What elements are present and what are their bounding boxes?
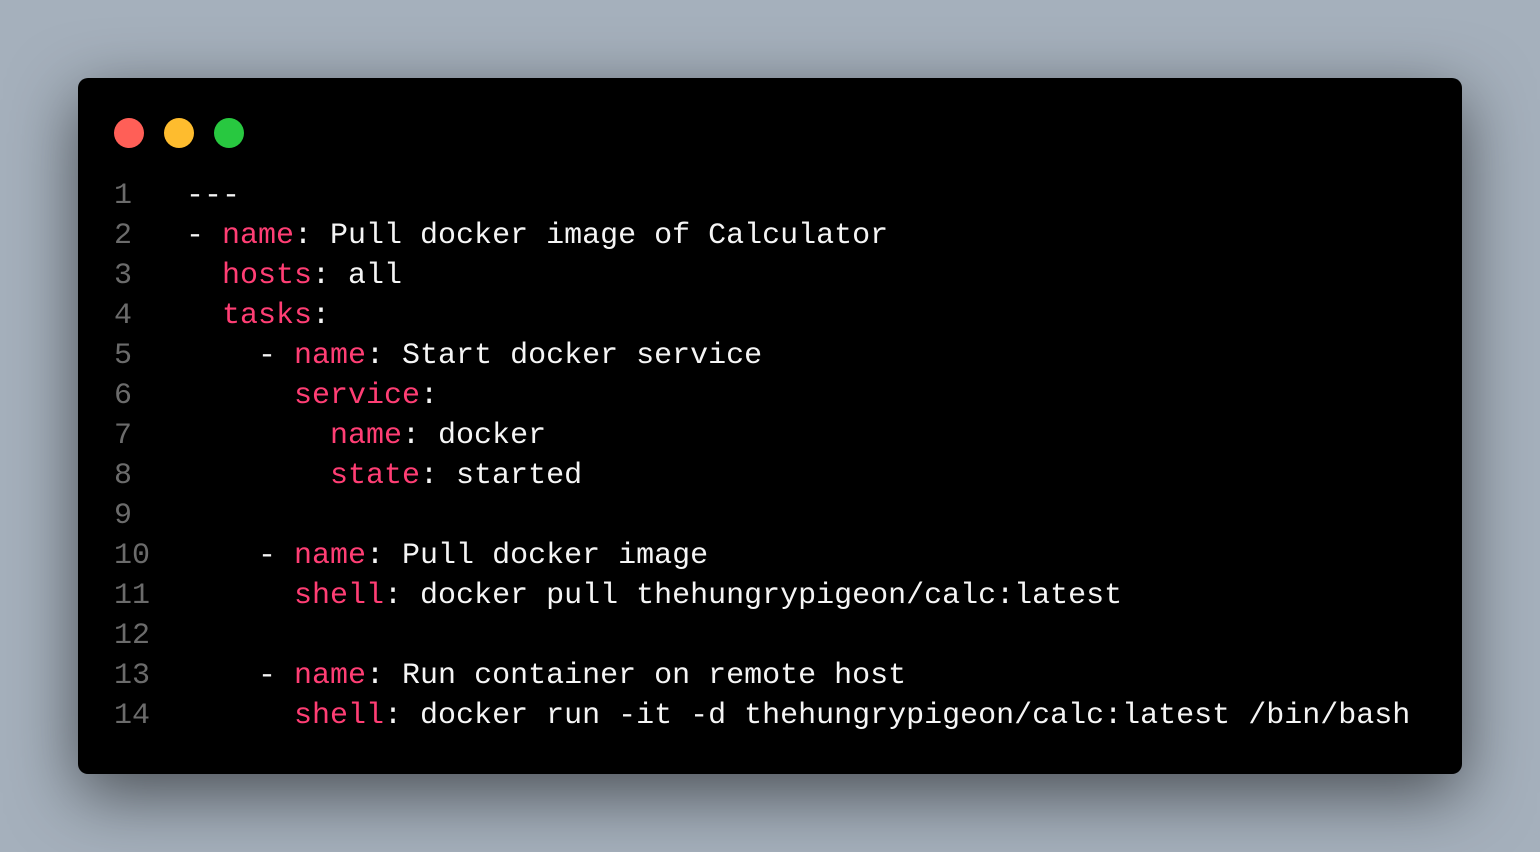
code-line: 12 (114, 616, 1410, 656)
line-number: 13 (114, 659, 151, 693)
yaml-value: : docker run -it -d thehungrypigeon/calc… (384, 699, 1411, 733)
yaml-value: : Run container on remote host (366, 659, 907, 693)
yaml-key: name (222, 219, 295, 253)
yaml-key: hosts (222, 259, 313, 293)
line-number: 10 (114, 539, 151, 573)
code-line: 14 shell: docker run -it -d thehungrypig… (114, 696, 1410, 736)
line-content: service: (186, 376, 438, 416)
code-line: 6 service: (114, 376, 1410, 416)
yaml-key: state (330, 459, 421, 493)
line-number: 7 (114, 419, 133, 453)
yaml-value: : docker (402, 419, 547, 453)
code-line: 8 state: started (114, 456, 1410, 496)
line-number: 4 (114, 299, 133, 333)
line-number: 2 (114, 219, 133, 253)
line-content: tasks: (186, 296, 330, 336)
line-indent: - (186, 659, 295, 693)
code-line: 7 name: docker (114, 416, 1410, 456)
code-line: 10 - name: Pull docker image (114, 536, 1410, 576)
line-content: state: started (186, 456, 582, 496)
code-line: 3 hosts: all (114, 256, 1410, 296)
close-dot-icon[interactable] (114, 118, 144, 148)
yaml-value: : Start docker service (366, 339, 763, 373)
line-number: 9 (114, 499, 133, 533)
line-content: - name: Run container on remote host (186, 656, 906, 696)
yaml-value: : docker pull thehungrypigeon/calc:lates… (384, 579, 1123, 613)
line-number: 12 (114, 619, 151, 653)
line-content: name: docker (186, 416, 546, 456)
line-content: hosts: all (186, 256, 402, 296)
line-number: 14 (114, 699, 151, 733)
line-content: - name: Start docker service (186, 336, 762, 376)
line-content: shell: docker run -it -d thehungrypigeon… (186, 696, 1410, 736)
line-indent: - (186, 539, 295, 573)
code-line: 4 tasks: (114, 296, 1410, 336)
yaml-value: : (420, 379, 439, 413)
code-line: 5 - name: Start docker service (114, 336, 1410, 376)
code-line: 11 shell: docker pull thehungrypigeon/ca… (114, 576, 1410, 616)
line-indent: - (186, 219, 223, 253)
yaml-value: : Pull docker image of Calculator (294, 219, 889, 253)
code-block: 1 --- 2- name: Pull docker image of Calcul… (114, 176, 1410, 736)
yaml-key: shell (294, 699, 385, 733)
line-number: 6 (114, 379, 133, 413)
yaml-key: service (294, 379, 421, 413)
yaml-key: tasks (222, 299, 313, 333)
yaml-key: name (294, 339, 367, 373)
code-line: 2 - name: Pull docker image of Calculator (114, 216, 1410, 256)
yaml-value: : Pull docker image (366, 539, 709, 573)
line-content: - name: Pull docker image (186, 536, 708, 576)
line-number: 1 (114, 179, 133, 213)
maximize-dot-icon[interactable] (214, 118, 244, 148)
line-content: shell: docker pull thehungrypigeon/calc:… (186, 576, 1122, 616)
yaml-key: name (330, 419, 403, 453)
code-line: 9 (114, 496, 1410, 536)
yaml-value: : started (420, 459, 583, 493)
yaml-value: : (312, 299, 331, 333)
line-number: 3 (114, 259, 133, 293)
yaml-value: : all (312, 259, 403, 293)
code-line: 13 - name: Run container on remote host (114, 656, 1410, 696)
line-number: 5 (114, 339, 133, 373)
yaml-value: --- (186, 179, 241, 213)
minimize-dot-icon[interactable] (164, 118, 194, 148)
line-number: 8 (114, 459, 133, 493)
line-content: --- (186, 176, 240, 216)
yaml-key: name (294, 539, 367, 573)
yaml-key: shell (294, 579, 385, 613)
line-content: - name: Pull docker image of Calculator (186, 216, 888, 256)
code-window: 1 --- 2- name: Pull docker image of Calcul… (78, 78, 1462, 774)
line-indent: - (186, 339, 295, 373)
code-line: 1 --- (114, 176, 1410, 216)
yaml-key: name (294, 659, 367, 693)
line-number: 11 (114, 579, 151, 613)
